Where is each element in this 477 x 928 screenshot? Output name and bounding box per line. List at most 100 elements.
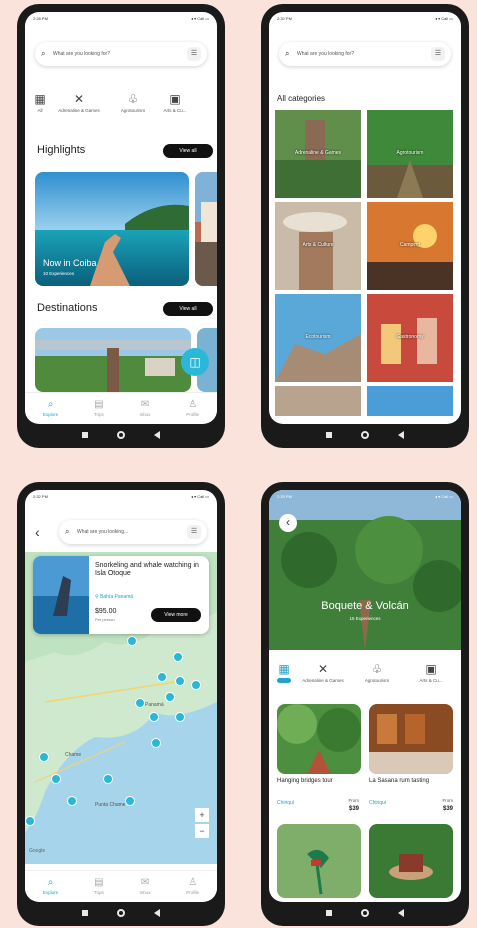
tab-trips[interactable]: ▤ Trips	[94, 399, 104, 417]
category-all[interactable]: ▦ All	[33, 92, 47, 128]
back-button[interactable]	[398, 909, 405, 917]
tab-profile[interactable]: ♙ Profile	[186, 399, 199, 417]
map-pin[interactable]	[191, 680, 201, 690]
map-label-chame: Chame	[65, 752, 82, 758]
category-tile-gastronomy[interactable]: Gastronomy	[367, 294, 453, 382]
status-bar: 2:28 PM ◂ ▾ Call ▭	[25, 12, 217, 24]
product-card-coffee[interactable]	[369, 824, 453, 898]
category-adrenaline[interactable]: ✕ Adrenaline & Games	[57, 92, 101, 128]
phone-categories: 2:32 PM ◂ ▾ Call ▭ ⌕ What are you lookin…	[261, 4, 469, 448]
filter-icon[interactable]: ☰	[187, 47, 201, 61]
back-button[interactable]: ‹	[279, 514, 297, 532]
search-input[interactable]: What are you looking for?	[297, 51, 431, 57]
map-pin[interactable]	[151, 738, 161, 748]
experience-card-image	[33, 556, 89, 634]
search-bar[interactable]: ⌕ What are you looking... ☰	[59, 520, 207, 544]
status-time: 2:32 PM	[277, 15, 292, 21]
map-pin[interactable]	[173, 652, 183, 662]
recent-apps-button[interactable]	[81, 432, 88, 438]
tab-explore[interactable]: ⌕ Explore	[43, 877, 58, 895]
search-bar[interactable]: ⌕ What are you looking for? ☰	[279, 42, 451, 66]
map-pin[interactable]	[157, 672, 167, 682]
category-tile-arts[interactable]: Arts & Culture	[275, 202, 361, 290]
destinations-view-all-button[interactable]: View all	[163, 302, 213, 316]
tab-profile[interactable]: ♙ Profile	[186, 877, 199, 895]
highlights-view-all-button[interactable]: View all	[163, 144, 213, 158]
map-experience-card[interactable]: Snorkeling and whale watching in Isla Ot…	[33, 556, 209, 634]
map-pin[interactable]	[25, 816, 35, 826]
search-icon: ⌕	[41, 49, 46, 58]
home-button[interactable]	[116, 431, 125, 439]
system-nav-bar	[17, 426, 225, 444]
category-arts[interactable]: ▣ Arts & Cu...	[409, 662, 453, 698]
search-icon: ⌕	[47, 398, 54, 410]
map-pin[interactable]	[175, 712, 185, 722]
map-pin[interactable]	[135, 698, 145, 708]
experience-card-location-text: Bahía Panamá	[100, 594, 134, 600]
tab-label: Profile	[186, 411, 200, 417]
back-button[interactable]	[398, 431, 405, 439]
highlight-card-next[interactable]	[195, 172, 217, 286]
destination-screen: 2:33 PM ◂ ▾ Call ▭ ‹ Boquete & Volcán 15…	[269, 490, 461, 902]
map-pin[interactable]	[39, 752, 49, 762]
map-pin[interactable]	[149, 712, 159, 722]
status-bar: 2:32 PM ◂ ▾ Call ▭	[25, 490, 217, 502]
zoom-out-button[interactable]: −	[195, 824, 209, 838]
home-button[interactable]	[360, 909, 369, 917]
experience-card-location: ⚲ Bahía Panamá	[95, 594, 133, 600]
map-pin[interactable]	[175, 676, 185, 686]
back-button[interactable]	[154, 909, 161, 917]
recent-apps-button[interactable]	[325, 910, 332, 916]
category-tile-partial-2[interactable]	[367, 386, 453, 416]
map-pin[interactable]	[51, 774, 61, 784]
tab-label: Inbox	[139, 889, 151, 895]
map-fab-button[interactable]: ◫	[181, 348, 209, 376]
category-tile-camping[interactable]: Camping	[367, 202, 453, 290]
category-arts[interactable]: ▣ Arts & Cu...	[164, 92, 187, 128]
category-all[interactable]: ▦	[277, 662, 291, 698]
product-card-rum-tasting[interactable]	[369, 704, 453, 774]
recent-apps-button[interactable]	[81, 910, 88, 916]
search-input[interactable]: What are you looking for?	[53, 51, 187, 57]
tab-inbox[interactable]: ✉ Inbox	[140, 877, 151, 895]
filter-icon[interactable]: ☰	[187, 525, 201, 539]
category-tile-adrenaline[interactable]: Adrenaline & Games	[275, 110, 361, 198]
product-card-quetzal[interactable]	[277, 824, 361, 898]
tab-trips[interactable]: ▤ Trips	[94, 877, 104, 895]
map-pin[interactable]	[67, 796, 77, 806]
search-bar[interactable]: ⌕ What are you looking for? ☰	[35, 42, 207, 66]
map-pin[interactable]	[125, 796, 135, 806]
category-tile-agrotourism[interactable]: Agrotourism	[367, 110, 453, 198]
phone-home: 2:28 PM ◂ ▾ Call ▭ ⌕ What are you lookin…	[17, 4, 225, 448]
category-adrenaline[interactable]: ✕ Adrenaline & Games	[301, 662, 345, 698]
map-pin[interactable]	[103, 774, 113, 784]
adventure-icon: ✕	[73, 92, 85, 106]
category-tile-label: Ecotourism	[305, 334, 331, 340]
home-button[interactable]	[116, 909, 125, 917]
category-agrotourism[interactable]: ♧ Agrotourism	[355, 662, 399, 698]
search-input[interactable]: What are you looking...	[77, 529, 187, 535]
map-pin[interactable]	[127, 636, 137, 646]
tab-inbox[interactable]: ✉ Inbox	[140, 399, 151, 417]
category-tile-label: Camping	[399, 242, 420, 248]
map-pin[interactable]	[165, 692, 175, 702]
product-name: La Sasana rum tasting	[369, 778, 430, 784]
back-button[interactable]	[154, 431, 161, 439]
zoom-in-button[interactable]: +	[195, 808, 209, 822]
filter-icon[interactable]: ☰	[431, 47, 445, 61]
adventure-icon: ✕	[317, 662, 329, 676]
category-label: Agrotourism	[120, 108, 146, 113]
category-tile-partial-1[interactable]	[275, 386, 361, 416]
category-agrotourism[interactable]: ♧ Agrotourism	[111, 92, 155, 128]
product-card-hanging-bridges[interactable]	[277, 704, 361, 774]
recent-apps-button[interactable]	[325, 432, 332, 438]
highlight-card-coiba[interactable]: Now in Coiba 10 Experiences	[35, 172, 189, 286]
destination-title: Boquete & Volcán	[321, 600, 409, 612]
home-button[interactable]	[360, 431, 369, 439]
back-icon[interactable]: ‹	[35, 524, 40, 540]
destination-card[interactable]	[35, 328, 191, 392]
category-tile-ecotourism[interactable]: Ecotourism	[275, 294, 361, 382]
view-more-button[interactable]: View more	[151, 608, 201, 622]
tab-explore[interactable]: ⌕ Explore	[43, 399, 58, 417]
product-name: Hanging bridges tour	[277, 778, 333, 784]
